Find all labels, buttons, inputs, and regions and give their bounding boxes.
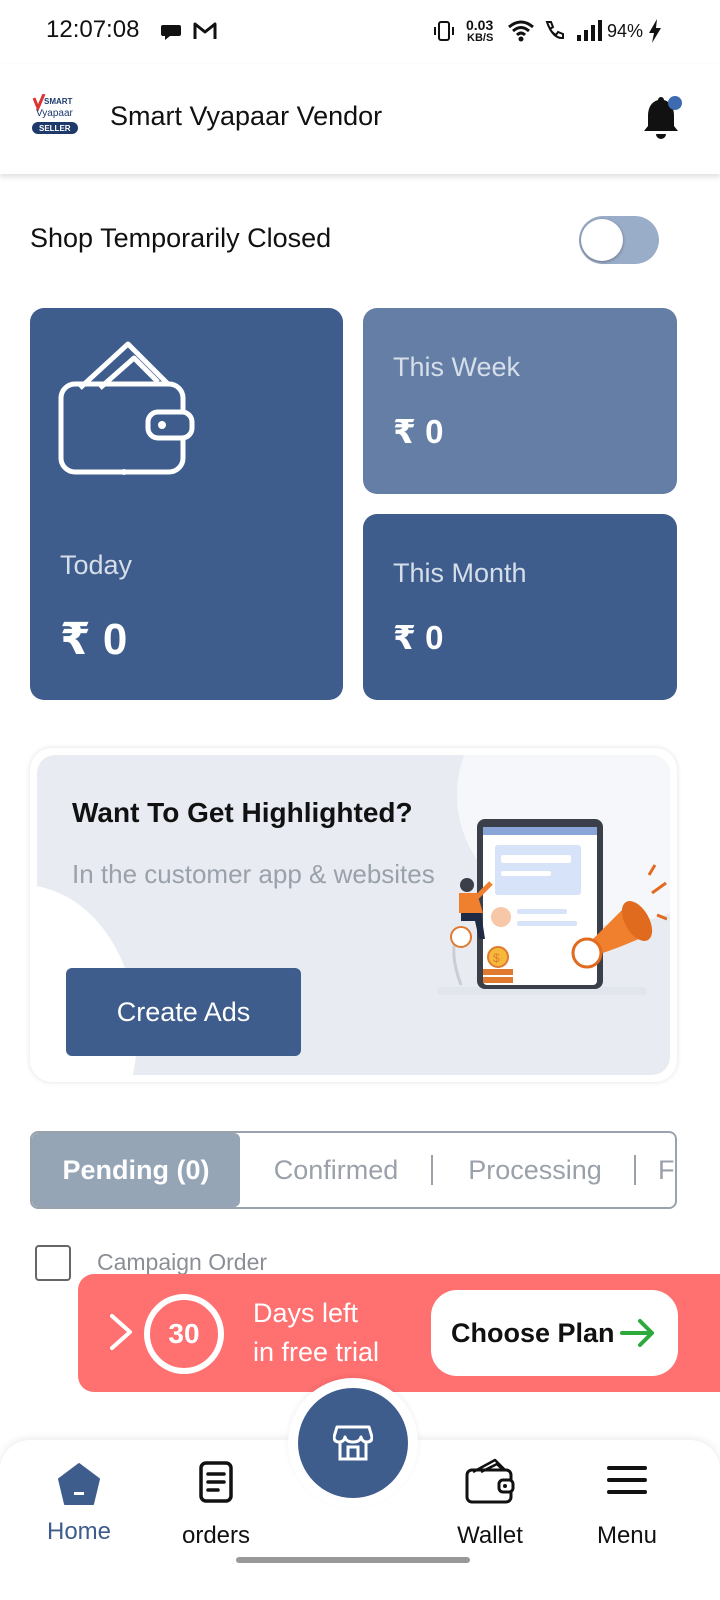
month-value: ₹ 0 <box>393 619 444 656</box>
signal-icon <box>577 20 602 41</box>
wifi-icon <box>508 20 534 42</box>
today-label: Today <box>60 550 133 580</box>
month-earnings-card: This Month ₹ 0 <box>363 514 677 700</box>
nav-orders-label: orders <box>181 1522 251 1549</box>
tab-divider <box>431 1155 433 1185</box>
orders-document-icon <box>199 1461 233 1503</box>
tab-next-partial[interactable]: F <box>658 1133 675 1207</box>
gesture-home-indicator <box>236 1557 470 1563</box>
smart-vyapaar-logo: SMART Vyapaar SELLER <box>32 94 78 134</box>
svg-text:SELLER: SELLER <box>39 124 71 133</box>
nav-home[interactable]: Home <box>14 1460 144 1570</box>
battery-charging-icon <box>649 19 661 43</box>
shop-closed-label: Shop Temporarily Closed <box>30 223 332 253</box>
week-value: ₹ 0 <box>393 413 444 450</box>
status-bar: 12:07:08 0.03 KB/S 94% <box>0 0 720 64</box>
vibrate-icon <box>434 21 454 41</box>
bell-icon <box>644 96 682 139</box>
app-title: Smart Vyapaar Vendor <box>110 101 383 131</box>
gmail-icon <box>193 22 217 39</box>
nav-menu-label: Menu <box>596 1522 658 1549</box>
shop-closed-toggle[interactable] <box>579 216 659 264</box>
tab-confirmed[interactable]: Confirmed <box>256 1133 416 1207</box>
toggle-knob <box>581 219 623 261</box>
nav-menu[interactable]: Menu <box>562 1460 692 1570</box>
svg-text:SMART: SMART <box>44 97 73 106</box>
app-bar: SMART Vyapaar SELLER Smart Vyapaar Vendo… <box>0 64 720 174</box>
trial-text-line1: Days left <box>253 1298 359 1328</box>
order-status-tabs: Pending (0) Confirmed Processing F <box>30 1131 677 1209</box>
advertising-illustration: $ <box>437 819 667 995</box>
net-speed-unit: KB/S <box>467 32 494 44</box>
wifi-calling-icon <box>545 21 564 40</box>
wallet-icon <box>465 1458 515 1504</box>
chevron-right-icon[interactable] <box>106 1312 136 1352</box>
week-earnings-card: This Week ₹ 0 <box>363 308 677 494</box>
tab-divider <box>634 1155 636 1185</box>
svg-text:Vyapaar: Vyapaar <box>36 108 74 119</box>
month-label: This Month <box>393 558 527 588</box>
campaign-order-checkbox[interactable] <box>35 1245 71 1281</box>
free-trial-banner: 30 Days left in free trial Choose Plan <box>78 1274 720 1392</box>
choose-plan-label: Choose Plan <box>451 1317 615 1348</box>
nav-home-label: Home <box>46 1518 112 1545</box>
status-time: 12:07:08 <box>46 16 140 43</box>
nav-orders[interactable]: orders <box>151 1460 281 1570</box>
store-icon <box>333 1425 373 1461</box>
tab-processing[interactable]: Processing <box>450 1133 620 1207</box>
week-label: This Week <box>393 352 521 382</box>
trial-days-counter: 30 <box>144 1294 224 1374</box>
home-icon <box>58 1463 100 1505</box>
store-fab-button[interactable] <box>298 1388 408 1498</box>
campaign-order-label: Campaign Order <box>97 1249 268 1275</box>
arrow-right-icon <box>620 1319 654 1347</box>
net-speed-value: 0.03 <box>466 17 494 33</box>
today-value: ₹ 0 <box>60 615 128 664</box>
ads-promo-card: $ Want To Get Highlighted? In the custom… <box>30 748 677 1082</box>
svg-text:$: $ <box>493 951 500 965</box>
battery-percent: 94% <box>607 21 644 41</box>
today-earnings-card: Today ₹ 0 <box>30 308 343 700</box>
choose-plan-button[interactable]: Choose Plan <box>431 1290 678 1376</box>
nav-wallet[interactable]: Wallet <box>425 1458 555 1570</box>
message-bubble-icon <box>161 25 181 40</box>
hamburger-menu-icon <box>607 1466 647 1494</box>
ads-promo-inner: $ Want To Get Highlighted? In the custom… <box>37 755 670 1075</box>
wallet-icon <box>58 341 195 475</box>
create-ads-button[interactable]: Create Ads <box>66 968 301 1056</box>
nav-wallet-label: Wallet <box>457 1522 523 1549</box>
trial-text-line2: in free trial <box>253 1337 380 1367</box>
tab-pending[interactable]: Pending (0) <box>32 1133 240 1207</box>
promo-title: Want To Get Highlighted? <box>72 797 413 828</box>
promo-subtitle: In the customer app & websites <box>72 859 435 889</box>
notification-button[interactable] <box>640 94 684 142</box>
